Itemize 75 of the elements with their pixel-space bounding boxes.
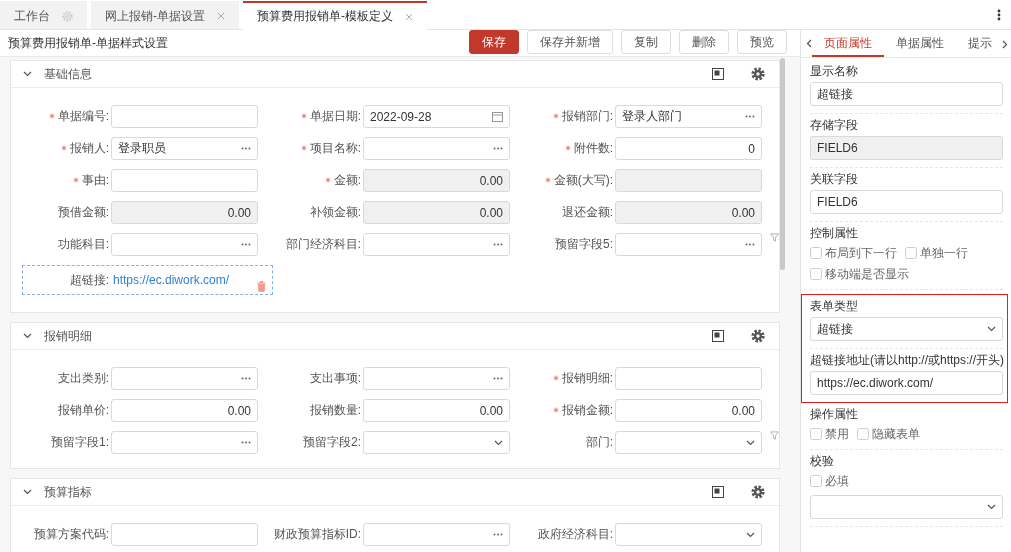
checkbox-label[interactable]: 单独一行: [920, 245, 968, 261]
property-label: 操作属性: [810, 407, 859, 421]
property-label: 表单类型: [810, 299, 859, 313]
field-label: 部门:: [585, 435, 613, 449]
checkbox-label[interactable]: 移动端是否显示: [825, 266, 909, 282]
toolbar-button[interactable]: 复制: [621, 30, 671, 54]
field-label: 金额(大写):: [553, 173, 613, 187]
field-label: 报销金额:: [561, 403, 613, 417]
section-title: 预算指标: [44, 483, 93, 501]
field-label: 预借金额:: [57, 205, 109, 219]
toolbar-button[interactable]: 保存: [469, 30, 519, 54]
field-label: 预留字段1:: [51, 435, 109, 449]
checkbox-label[interactable]: 布局到下一行: [825, 245, 897, 261]
property-label: 关联字段: [810, 172, 859, 186]
input-field[interactable]: 登录人部门: [615, 105, 762, 128]
field-label: 财政预算指标ID:: [273, 527, 361, 541]
field-label: 超链接:: [69, 272, 109, 287]
input-field[interactable]: 0.00: [363, 169, 510, 192]
field-label: 预留字段2:: [303, 435, 361, 449]
property-label: 控制属性: [810, 226, 859, 240]
input-field[interactable]: 0.00: [111, 399, 258, 422]
field-label: 报销部门:: [561, 109, 613, 123]
input-field[interactable]: FIELD6: [810, 136, 1003, 160]
panel-tab[interactable]: 单据属性: [884, 30, 956, 57]
input-field[interactable]: 0.00: [363, 399, 510, 422]
field-label: 附件数:: [573, 141, 613, 155]
field-label: 报销人:: [69, 141, 109, 155]
input-field[interactable]: 0.00: [111, 201, 258, 224]
field-label: 功能科目:: [57, 237, 109, 251]
field-label: 单据日期:: [309, 109, 361, 123]
input-field[interactable]: 0.00: [615, 399, 762, 422]
field-label: 政府经济科目:: [537, 527, 613, 541]
property-label: 显示名称: [810, 64, 859, 78]
field-label: 报销明细:: [561, 371, 613, 385]
hyperlink[interactable]: https://ec.diwork.com/: [113, 273, 257, 287]
input-field[interactable]: 2022-09-28: [363, 105, 510, 128]
tab[interactable]: 工作台: [0, 1, 87, 29]
field-label: 补领金额:: [309, 205, 361, 219]
input-field[interactable]: 0: [615, 137, 762, 160]
toolbar-button[interactable]: 保存并新增: [527, 30, 613, 54]
field-label: 金额:: [333, 173, 361, 187]
checkbox-label[interactable]: 必填: [825, 473, 849, 489]
input-field[interactable]: https://ec.diwork.com/: [810, 371, 1003, 395]
toolbar-button[interactable]: 删除: [679, 30, 729, 54]
input-field[interactable]: 登录职员: [111, 137, 258, 160]
field-label: 单据编号:: [57, 109, 109, 123]
field-label: 报销数量:: [309, 403, 361, 417]
property-label: 存储字段: [810, 118, 859, 132]
field-label: 报销单价:: [57, 403, 109, 417]
field-label: 退还金额:: [561, 205, 613, 219]
field-label: 项目名称:: [309, 141, 361, 155]
field-label: 预算方案代码:: [33, 527, 109, 541]
field-label: 事由:: [81, 173, 109, 187]
input-field[interactable]: 超链接: [810, 82, 1003, 106]
checkbox-label[interactable]: 隐藏表单: [872, 426, 920, 442]
field-label: 支出事项:: [309, 371, 361, 385]
field-label: 预留字段5:: [555, 237, 613, 251]
section-title: 报销明细: [44, 327, 93, 345]
property-label: 超链接地址(请以http://或https://开头): [810, 353, 1003, 367]
input-field[interactable]: 0.00: [363, 201, 510, 224]
tab[interactable]: 网上报销-单据设置: [91, 1, 239, 29]
property-label: 校验: [810, 454, 835, 468]
field-label: 部门经济科目:: [285, 237, 361, 251]
toolbar-button[interactable]: 预览: [737, 30, 787, 54]
input-field[interactable]: FIELD6: [810, 190, 1003, 214]
dropdown[interactable]: 超链接: [810, 317, 1003, 341]
checkbox-label[interactable]: 禁用: [825, 426, 849, 442]
tab[interactable]: 预算费用报销单-模板定义: [243, 1, 427, 30]
page-title: 预算费用报销单-单据样式设置: [8, 34, 169, 52]
input-field[interactable]: 0.00: [615, 201, 762, 224]
panel-tab[interactable]: 提示: [956, 30, 1004, 57]
section-title: 基础信息: [44, 65, 93, 83]
panel-tab[interactable]: 页面属性: [812, 30, 884, 57]
selected-field[interactable]: 超链接: https://ec.diwork.com/: [22, 265, 273, 295]
field-label: 支出类别:: [57, 371, 109, 385]
